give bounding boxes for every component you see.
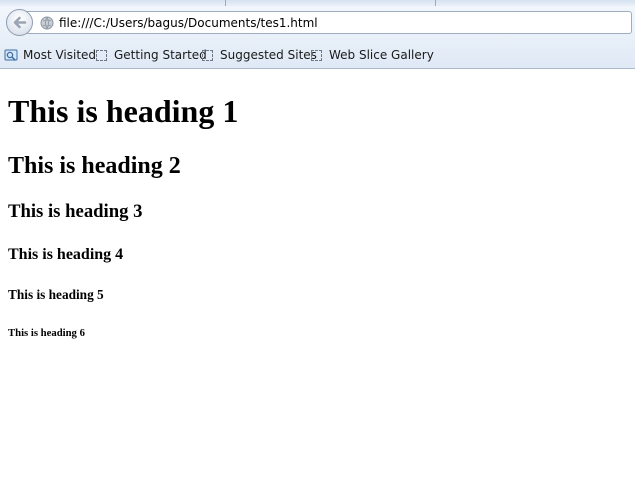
heading-1: This is heading 1 [8, 93, 239, 129]
bookmark-placeholder-icon [202, 50, 213, 61]
browser-chrome: file:///C:/Users/bagus/Documents/tes1.ht… [0, 0, 635, 69]
page-content: This is heading 1 This is heading 2 This… [0, 69, 635, 482]
most-visited-icon [4, 49, 18, 61]
bookmark-label: Web Slice Gallery [329, 48, 434, 62]
heading-3: This is heading 3 [8, 201, 143, 222]
bookmark-label: Most Visited [23, 48, 97, 62]
bookmark-placeholder-icon [96, 50, 107, 61]
heading-4: This is heading 4 [8, 246, 124, 263]
heading-5: This is heading 5 [8, 287, 104, 302]
bookmark-label: Suggested Sites [220, 48, 317, 62]
back-button[interactable] [6, 9, 33, 36]
heading-2: This is heading 2 [8, 153, 181, 179]
heading-6: This is heading 6 [8, 327, 85, 339]
address-bar[interactable]: file:///C:/Users/bagus/Documents/tes1.ht… [24, 11, 632, 34]
globe-icon [40, 16, 54, 30]
navigation-bar: file:///C:/Users/bagus/Documents/tes1.ht… [0, 6, 635, 40]
bookmarks-toolbar: Most Visited Getting Started Suggested S… [0, 42, 635, 68]
bookmark-suggested-sites[interactable]: Suggested Sites [202, 47, 317, 64]
back-arrow-icon [13, 16, 27, 29]
bookmark-getting-started[interactable]: Getting Started [96, 47, 207, 64]
address-bar-url: file:///C:/Users/bagus/Documents/tes1.ht… [59, 16, 318, 30]
bookmark-web-slice-gallery[interactable]: Web Slice Gallery [311, 47, 434, 64]
bookmark-placeholder-icon [311, 50, 322, 61]
bookmark-label: Getting Started [114, 48, 207, 62]
bookmark-most-visited[interactable]: Most Visited [4, 47, 96, 64]
